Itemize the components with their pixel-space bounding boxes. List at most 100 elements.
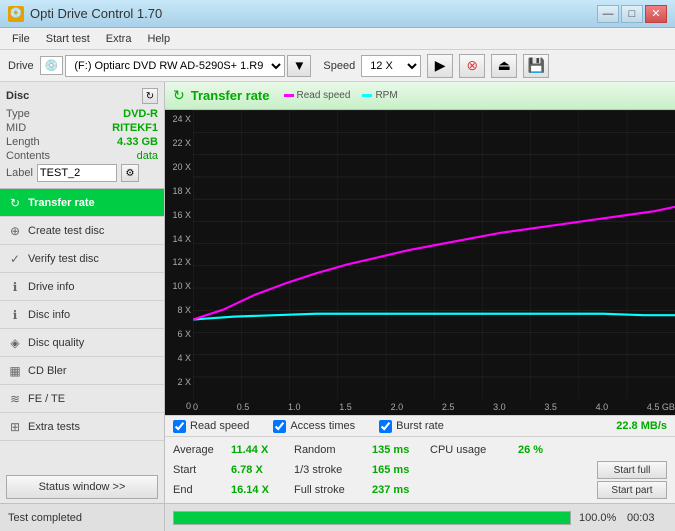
menu-help[interactable]: Help [139, 31, 178, 47]
disc-type-row: Type DVD-R [6, 108, 158, 120]
y-label-18: 18 X [165, 186, 193, 196]
nav-disc-info-label: Disc info [28, 309, 70, 321]
stroke2-value: 237 ms [372, 484, 422, 496]
label-input[interactable] [37, 164, 117, 182]
stats-row-1: Average 11.44 X Random 135 ms CPU usage … [173, 440, 667, 460]
close-button[interactable]: ✕ [645, 5, 667, 23]
nav-disc-quality-label: Disc quality [28, 337, 84, 349]
cd-bler-icon: ▦ [8, 364, 22, 378]
nav-fe-te[interactable]: ≋ FE / TE [0, 385, 164, 413]
fe-te-icon: ≋ [8, 392, 22, 406]
legend-rpm-label: RPM [375, 90, 397, 101]
x-label-35: 3.5 [544, 402, 557, 412]
y-axis-labels: 24 X 22 X 20 X 18 X 16 X 14 X 12 X 10 X … [165, 110, 193, 415]
y-label-10: 10 X [165, 281, 193, 291]
status-window-button[interactable]: Status window >> [6, 475, 158, 499]
disc-info-icon: ℹ [8, 308, 22, 322]
nav-extra-tests[interactable]: ⊞ Extra tests [0, 413, 164, 441]
disc-length-row: Length 4.33 GB [6, 136, 158, 148]
eject-button[interactable]: ⏏ [491, 54, 517, 78]
nav-create-test-disc[interactable]: ⊕ Create test disc [0, 217, 164, 245]
legend-read-speed-color [284, 94, 294, 97]
start-value: 6.78 X [231, 464, 286, 476]
checkbox-read-speed[interactable]: Read speed [173, 420, 249, 433]
mid-value: RITEKF1 [112, 122, 158, 134]
disc-refresh-button[interactable]: ↻ [142, 88, 158, 104]
speed-forward-button[interactable]: ▶ [427, 54, 453, 78]
x-label-30: 3.0 [493, 402, 506, 412]
random-value: 135 ms [372, 444, 422, 456]
x-label-45: 4.5 GB [647, 402, 675, 412]
legend-read-speed: Read speed [284, 90, 351, 101]
checkbox-burst-rate[interactable]: Burst rate [379, 420, 444, 433]
drive-icon: 💿 [40, 56, 64, 75]
nav-create-label: Create test disc [28, 225, 104, 237]
menu-start-test[interactable]: Start test [38, 31, 98, 47]
save-button[interactable]: 💾 [523, 54, 549, 78]
disc-panel: Disc ↻ Type DVD-R MID RITEKF1 Length 4.3… [0, 82, 164, 189]
titlebar: 💿 Opti Drive Control 1.70 — □ ✕ [0, 0, 675, 28]
nav-verify-test-disc[interactable]: ✓ Verify test disc [0, 245, 164, 273]
disc-quality-icon: ◈ [8, 336, 22, 350]
burst-value: 22.8 MB/s [616, 420, 667, 432]
nav-transfer-rate[interactable]: ↻ Transfer rate [0, 189, 164, 217]
nav-cd-bler[interactable]: ▦ CD Bler [0, 357, 164, 385]
chart-header: ↻ Transfer rate Read speed RPM [165, 82, 675, 110]
nav-disc-quality[interactable]: ◈ Disc quality [0, 329, 164, 357]
cpu-label: CPU usage [430, 444, 510, 456]
x-label-05: 0.5 [237, 402, 250, 412]
nav-disc-info[interactable]: ℹ Disc info [0, 301, 164, 329]
nav-verify-label: Verify test disc [28, 253, 99, 265]
y-label-0: 0 [165, 401, 193, 411]
start-full-button[interactable]: Start full [597, 461, 667, 479]
nav-drive-info[interactable]: ℹ Drive info [0, 273, 164, 301]
menu-extra[interactable]: Extra [98, 31, 140, 47]
titlebar-left: 💿 Opti Drive Control 1.70 [8, 6, 162, 22]
y-label-2: 2 X [165, 377, 193, 387]
x-label-0: 0 [193, 402, 198, 412]
nav-cd-bler-label: CD Bler [28, 365, 67, 377]
checkbox-read-speed-input[interactable] [173, 420, 186, 433]
mid-key: MID [6, 122, 26, 134]
sidebar: Disc ↻ Type DVD-R MID RITEKF1 Length 4.3… [0, 82, 165, 503]
average-value: 11.44 X [231, 444, 286, 456]
label-edit-button[interactable]: ⚙ [121, 164, 139, 182]
checkbox-row: Read speed Access times Burst rate 22.8 … [165, 415, 675, 437]
speed-select[interactable]: 12 X [361, 55, 421, 77]
drive-info-icon: ℹ [8, 280, 22, 294]
type-key: Type [6, 108, 30, 120]
checkbox-access-times-input[interactable] [273, 420, 286, 433]
stats-area: Average 11.44 X Random 135 ms CPU usage … [165, 437, 675, 503]
nav-drive-info-label: Drive info [28, 281, 74, 293]
y-label-12: 12 X [165, 257, 193, 267]
y-label-22: 22 X [165, 138, 193, 148]
end-value: 16.14 X [231, 484, 286, 496]
erase-button[interactable]: ⊗ [459, 54, 485, 78]
legend-rpm: RPM [362, 90, 397, 101]
start-part-button[interactable]: Start part [597, 481, 667, 499]
stroke1-label: 1/3 stroke [294, 464, 364, 476]
app-icon: 💿 [8, 6, 24, 22]
y-label-20: 20 X [165, 162, 193, 172]
menu-file[interactable]: File [4, 31, 38, 47]
drive-refresh-button[interactable]: ▼ [287, 55, 311, 77]
x-label-25: 2.5 [442, 402, 455, 412]
minimize-button[interactable]: — [597, 5, 619, 23]
drive-select[interactable]: (F:) Optiarc DVD RW AD-5290S+ 1.R9 [65, 55, 285, 77]
checkbox-access-times[interactable]: Access times [273, 420, 355, 433]
y-label-4: 4 X [165, 353, 193, 363]
chart-title: Transfer rate [191, 88, 270, 103]
content-area: ↻ Transfer rate Read speed RPM 24 X 22 X… [165, 82, 675, 503]
end-label: End [173, 484, 223, 496]
extra-tests-icon: ⊞ [8, 420, 22, 434]
checkbox-burst-rate-input[interactable] [379, 420, 392, 433]
stats-row-2: Start 6.78 X 1/3 stroke 165 ms Start ful… [173, 460, 667, 480]
titlebar-controls: — □ ✕ [597, 5, 667, 23]
chart-svg [193, 110, 675, 399]
x-label-10: 1.0 [288, 402, 301, 412]
drivebar: Drive 💿 (F:) Optiarc DVD RW AD-5290S+ 1.… [0, 50, 675, 82]
checkbox-read-speed-label: Read speed [190, 420, 249, 432]
menubar: File Start test Extra Help [0, 28, 675, 50]
chart-header-icon: ↻ [173, 87, 185, 104]
maximize-button[interactable]: □ [621, 5, 643, 23]
